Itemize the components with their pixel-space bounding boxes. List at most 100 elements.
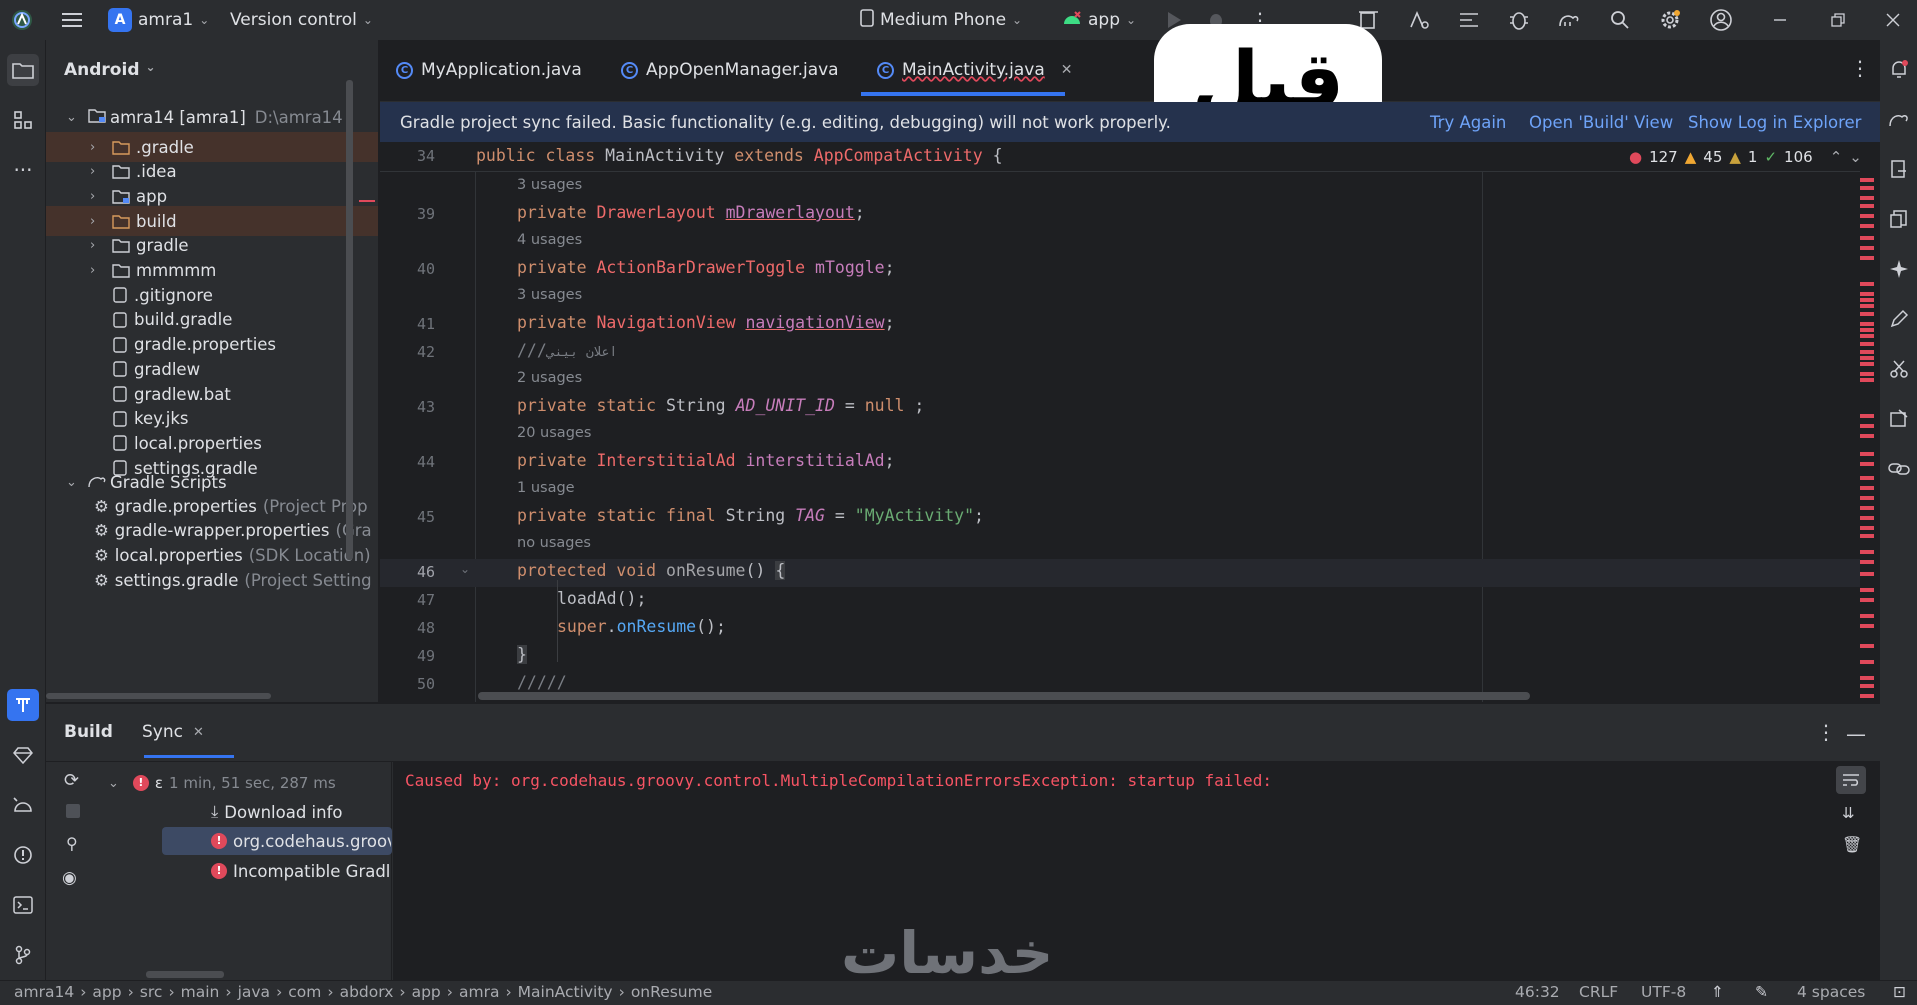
project-h-scrollbar[interactable] [46,693,271,699]
stop-icon[interactable] [66,804,80,818]
error-stripe-mark[interactable] [1860,328,1874,332]
layout-inspector-icon[interactable] [1455,6,1483,34]
android-studio-logo-icon[interactable] [8,6,36,34]
gradle-tool-icon[interactable] [1884,104,1914,134]
breadcrumb-item[interactable]: app [92,983,121,1001]
running-devices-icon[interactable] [1884,204,1914,234]
error-stripe-mark[interactable] [1860,624,1874,628]
tab-mainactivity[interactable]: C MainActivity.java ✕ [877,50,1073,90]
error-stripe-mark[interactable] [1860,644,1874,648]
error-stripe-mark[interactable] [1860,356,1874,360]
error-stripe-mark[interactable] [1860,486,1874,490]
error-stripe-mark[interactable] [1860,462,1874,466]
device-manager-icon[interactable] [1884,154,1914,184]
tab-myapplication[interactable]: C MyApplication.java [396,50,582,90]
restore-icon[interactable] [1824,6,1852,34]
error-stripe-mark[interactable] [1860,304,1874,308]
soft-wrap-icon[interactable] [1836,766,1866,794]
error-stripe-mark[interactable] [1860,550,1874,554]
line-separator[interactable]: CRLF [1579,983,1618,1001]
gradle-script-item[interactable]: ⚙ settings.gradle (Project Setting [46,565,378,595]
error-stripe-mark[interactable] [1860,476,1874,480]
error-stripe-mark[interactable] [1860,186,1874,190]
code-line-45[interactable]: private static final String TAG = "MyAct… [517,506,984,525]
resync-icon[interactable]: ⟳ [64,770,84,791]
scroll-to-end-icon[interactable]: ⇊ [1842,804,1855,822]
inspection-widget[interactable]: ● 127 ▲ 45 ▲ 1 ✓ 106 ⌃ ⌄ [1629,148,1862,166]
code-line-49[interactable]: } [517,645,527,664]
readonly-lock-icon[interactable]: ⇑ [1711,983,1724,1001]
code-line-47[interactable]: loadAd(); [557,589,646,608]
error-stripe-mark[interactable] [1860,378,1874,382]
git-icon[interactable] [7,939,39,971]
breadcrumb-item[interactable]: main [181,983,220,1001]
pencil-icon[interactable] [1884,304,1914,334]
next-highlight-icon[interactable]: ⌄ [1849,148,1862,166]
error-stripe-mark[interactable] [1860,214,1874,218]
close-tab-icon[interactable]: ✕ [1061,62,1073,78]
problems-icon[interactable] [7,839,39,871]
error-stripe-mark[interactable] [1860,588,1874,592]
breadcrumb-item[interactable]: abdorx [340,983,394,1001]
build-tree-root[interactable]: ⌄ ! ε 1 min, 51 sec, 287 ms [94,770,392,796]
usage-hint[interactable]: 3 usages [517,177,582,193]
gradle-sync-icon[interactable] [1555,6,1583,34]
account-icon[interactable] [1707,6,1735,34]
error-stripe-mark[interactable] [1860,572,1874,576]
try-again-link[interactable]: Try Again [1430,113,1506,132]
breadcrumb-item[interactable]: amra14 [14,983,74,1001]
caret-position[interactable]: 46:32 [1515,983,1560,1001]
build-tree-scrollbar[interactable] [146,971,224,978]
open-build-link[interactable]: Open 'Build' View [1529,113,1673,132]
breadcrumb-item[interactable]: MainActivity [518,983,613,1001]
error-stripe-mark[interactable] [1860,322,1874,326]
code-line-44[interactable]: private InterstitialAd interstitialAd; [517,451,895,470]
error-stripe-mark[interactable] [1860,350,1874,354]
usage-hint[interactable]: 4 usages [517,232,582,248]
build-console[interactable]: Caused by: org.codehaus.groovy.control.M… [393,762,1880,981]
error-stripe-mark[interactable] [1860,560,1874,564]
project-view-selector[interactable]: Android ⌄ [64,60,156,80]
error-stripe-mark[interactable] [1860,414,1874,418]
structure-icon[interactable] [7,104,39,136]
file-encoding[interactable]: UTF-8 [1641,983,1686,1001]
editor-h-scrollbar[interactable] [478,692,1530,700]
close-tab-icon[interactable]: ✕ [193,725,204,740]
settings-gear-icon[interactable] [1656,6,1684,34]
breadcrumb-item[interactable]: app [412,983,441,1001]
notifications-icon[interactable] [1884,54,1914,84]
ai-status-icon[interactable]: ✎ [1755,983,1768,1001]
fold-icon[interactable]: ⌄ [460,562,470,576]
error-stripe-mark[interactable] [1860,224,1874,228]
code-line-43[interactable]: private static String AD_UNIT_ID = null … [517,396,924,415]
build-tool-icon[interactable] [7,689,39,721]
project-switcher[interactable]: A amra1 ⌄ [108,0,209,40]
error-stripe-mark[interactable] [1860,452,1874,456]
terminal-icon[interactable] [7,889,39,921]
code-editor[interactable]: 34 public class MainActivity extends App… [380,142,1880,702]
error-stripe-mark[interactable] [1860,424,1874,428]
error-stripe-mark[interactable] [1860,246,1874,250]
error-stripe-mark[interactable] [1860,292,1874,296]
code-line-42[interactable]: ///اعلان بيني [517,341,617,360]
error-stripe-mark[interactable] [1860,256,1874,260]
code-line-40[interactable]: private ActionBarDrawerToggle mToggle; [517,258,895,277]
translate-icon[interactable] [1405,6,1433,34]
error-stripe-mark[interactable] [1860,694,1874,698]
panel-options-icon[interactable]: ⋮ [1816,720,1836,744]
breadcrumb-item[interactable]: com [288,983,321,1001]
code-line-46[interactable]: protected void onResume() { [517,561,786,580]
usage-hint[interactable]: no usages [517,535,591,551]
version-control-menu[interactable]: Version control ⌄ [230,0,373,40]
device-selector[interactable]: Medium Phone ⌄ [860,0,1022,40]
error-stripe-mark[interactable] [1860,534,1874,538]
search-icon[interactable] [1606,6,1634,34]
pin-icon[interactable]: ⚲ [66,834,78,853]
minimize-icon[interactable] [1766,6,1794,34]
usage-hint[interactable]: 3 usages [517,287,582,303]
code-line-39[interactable]: private DrawerLayout mDrawerlayout; [517,203,865,222]
link-icon[interactable] [1884,454,1914,484]
breadcrumb-item[interactable]: amra [459,983,499,1001]
scissors-icon[interactable] [1884,354,1914,384]
error-stripe-mark[interactable] [1860,334,1874,338]
